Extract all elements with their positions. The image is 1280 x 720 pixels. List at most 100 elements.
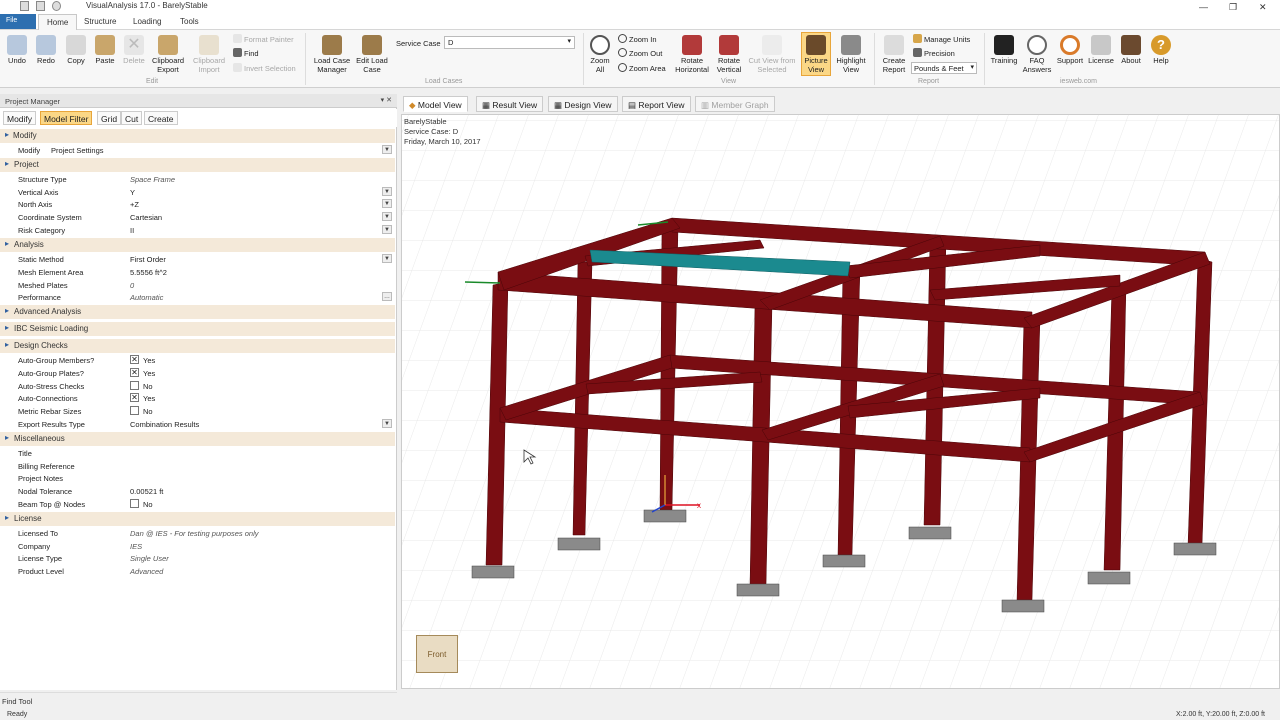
tab-design-view[interactable]: ▦ Design View bbox=[548, 96, 618, 112]
format-painter-button[interactable]: Format Painter bbox=[233, 34, 294, 44]
chevron-down-icon[interactable]: ▼ bbox=[382, 419, 392, 428]
picture-view-button[interactable]: Picture View bbox=[801, 32, 831, 76]
property-row[interactable]: Product Level Advanced bbox=[0, 565, 395, 578]
property-row[interactable]: Vertical Axis Y ▼ bbox=[0, 186, 395, 199]
property-row[interactable]: Beam Top @ Nodes No bbox=[0, 498, 395, 511]
invert-selection-button[interactable]: Invert Selection bbox=[233, 63, 296, 73]
modify-row[interactable]: Modify Project Settings ▼ bbox=[0, 144, 395, 157]
property-row[interactable]: Static Method First Order ▼ bbox=[0, 253, 395, 266]
chevron-down-icon[interactable]: ▼ bbox=[382, 145, 392, 154]
tab-structure[interactable]: Structure bbox=[76, 14, 124, 30]
units-select[interactable]: Pounds & Feet ▾ bbox=[911, 62, 977, 74]
edit-load-case-button[interactable]: Edit Load Case bbox=[354, 35, 390, 74]
load-case-manager-button[interactable]: Load Case Manager bbox=[312, 35, 352, 74]
cut-view-button[interactable]: Cut View from Selected bbox=[747, 35, 797, 74]
property-row[interactable]: License Type Single User bbox=[0, 552, 395, 565]
property-row[interactable]: Company IES bbox=[0, 540, 395, 553]
property-row[interactable]: Nodal Tolerance 0.00521 ft bbox=[0, 485, 395, 498]
minimize-icon[interactable]: — bbox=[1199, 2, 1208, 12]
redo-button[interactable]: Redo bbox=[33, 35, 59, 65]
property-row[interactable]: Auto-Group Plates? ✕ Yes bbox=[0, 367, 395, 380]
faq-answers-button[interactable]: FAQ Answers bbox=[1021, 35, 1053, 74]
tab-grid[interactable]: Grid bbox=[97, 111, 122, 125]
property-row[interactable]: Risk Category II ▼ bbox=[0, 224, 395, 237]
property-row[interactable]: Project Notes bbox=[0, 472, 395, 485]
tab-loading[interactable]: Loading bbox=[125, 14, 169, 30]
maximize-icon[interactable]: ❐ bbox=[1229, 2, 1237, 13]
checkbox[interactable]: ✕ bbox=[130, 393, 139, 402]
close-icon[interactable]: ✕ bbox=[1259, 2, 1267, 13]
view-cube[interactable]: Front bbox=[416, 635, 458, 673]
zoom-in-button[interactable]: Zoom In bbox=[618, 34, 657, 44]
pin-icon[interactable]: ▾ ✕ bbox=[381, 96, 392, 104]
model-viewport[interactable]: x BarelyStable Service Case: D Friday, M… bbox=[401, 114, 1280, 689]
property-row[interactable]: Meshed Plates 0 bbox=[0, 279, 395, 292]
property-row[interactable]: Title bbox=[0, 447, 395, 460]
undo-button[interactable]: Undo bbox=[4, 35, 30, 65]
chevron-down-icon[interactable]: ▼ bbox=[382, 187, 392, 196]
file-menu-button[interactable]: File bbox=[0, 14, 36, 29]
section-design-checks[interactable]: Design Checks bbox=[0, 339, 395, 353]
service-case-select[interactable]: D ▾ bbox=[444, 36, 575, 49]
property-row[interactable]: Structure Type Space Frame bbox=[0, 173, 395, 186]
rotate-vertical-button[interactable]: Rotate Vertical bbox=[713, 35, 745, 74]
tab-cut[interactable]: Cut bbox=[121, 111, 143, 125]
property-value[interactable]: 0.00521 ft bbox=[130, 487, 393, 498]
delete-button[interactable]: ✕ Delete bbox=[121, 35, 147, 65]
help-button[interactable]: ? Help bbox=[1147, 35, 1175, 65]
chevron-down-icon[interactable]: ▼ bbox=[382, 254, 392, 263]
tab-result-view[interactable]: ▦ Result View bbox=[476, 96, 544, 112]
ellipsis-icon[interactable]: … bbox=[382, 292, 392, 301]
property-row[interactable]: Performance Automatic… bbox=[0, 291, 395, 304]
copy-button[interactable]: Copy bbox=[63, 35, 89, 65]
section-advanced-analysis[interactable]: Advanced Analysis bbox=[0, 305, 395, 319]
property-value[interactable] bbox=[130, 449, 393, 460]
find-tool[interactable]: Find Tool bbox=[0, 692, 397, 708]
tab-home[interactable]: Home bbox=[38, 14, 78, 30]
precision-button[interactable]: Precision bbox=[913, 48, 955, 58]
undo-quick-icon[interactable] bbox=[52, 1, 61, 11]
property-row[interactable]: Auto-Group Members? ✕ Yes bbox=[0, 354, 395, 367]
find-button[interactable]: Find bbox=[233, 48, 259, 58]
property-row[interactable]: Auto-Stress Checks No bbox=[0, 380, 395, 393]
zoom-area-button[interactable]: Zoom Area bbox=[618, 63, 666, 73]
property-row[interactable]: Export Results Type Combination Results ▼ bbox=[0, 418, 395, 431]
section-analysis[interactable]: Analysis bbox=[0, 238, 395, 252]
paste-button[interactable]: Paste bbox=[92, 35, 118, 65]
structure-canvas[interactable]: x bbox=[401, 114, 1280, 689]
zoom-out-button[interactable]: Zoom Out bbox=[618, 48, 662, 58]
property-row[interactable]: Mesh Element Area 5.5556 ft^2 bbox=[0, 266, 395, 279]
property-row[interactable]: North Axis +Z ▼ bbox=[0, 198, 395, 211]
property-row[interactable]: Auto-Connections ✕ Yes bbox=[0, 392, 395, 405]
tab-report-view[interactable]: ▤ Report View bbox=[622, 96, 691, 112]
highlight-view-button[interactable]: Highlight View bbox=[833, 35, 869, 74]
create-report-button[interactable]: Create Report bbox=[879, 35, 909, 74]
about-button[interactable]: About bbox=[1117, 35, 1145, 65]
zoom-all-button[interactable]: Zoom All bbox=[587, 35, 613, 74]
save-icon[interactable] bbox=[20, 1, 29, 11]
property-row[interactable]: Licensed To Dan @ IES - For testing purpo… bbox=[0, 527, 395, 540]
checkbox[interactable]: ✕ bbox=[130, 368, 139, 377]
support-button[interactable]: Support bbox=[1055, 35, 1085, 65]
property-value[interactable] bbox=[130, 474, 393, 485]
clipboard-import-button[interactable]: Clipboard Import bbox=[191, 35, 227, 74]
clipboard-export-button[interactable]: Clipboard Export bbox=[150, 35, 186, 74]
section-ibc-seismic[interactable]: IBC Seismic Loading bbox=[0, 322, 395, 336]
section-miscellaneous[interactable]: Miscellaneous bbox=[0, 432, 395, 446]
property-row[interactable]: Billing Reference bbox=[0, 460, 395, 473]
tab-member-graph[interactable]: ▥ Member Graph bbox=[695, 96, 775, 112]
tab-modify[interactable]: Modify bbox=[3, 111, 37, 125]
chevron-down-icon[interactable]: ▼ bbox=[382, 199, 392, 208]
tab-model-filter[interactable]: Model Filter bbox=[40, 111, 93, 125]
chevron-down-icon[interactable]: ▼ bbox=[382, 225, 392, 234]
section-project[interactable]: Project bbox=[0, 158, 395, 172]
training-button[interactable]: Training bbox=[988, 35, 1020, 65]
checkbox[interactable] bbox=[130, 406, 139, 415]
chevron-down-icon[interactable]: ▼ bbox=[382, 212, 392, 221]
tab-model-view[interactable]: ◆ Model View bbox=[403, 96, 468, 112]
tab-create[interactable]: Create bbox=[144, 111, 178, 125]
manage-units-button[interactable]: Manage Units bbox=[913, 34, 970, 44]
tab-tools[interactable]: Tools bbox=[172, 14, 207, 30]
checkbox[interactable] bbox=[130, 381, 139, 390]
property-row[interactable]: Metric Rebar Sizes No bbox=[0, 405, 395, 418]
